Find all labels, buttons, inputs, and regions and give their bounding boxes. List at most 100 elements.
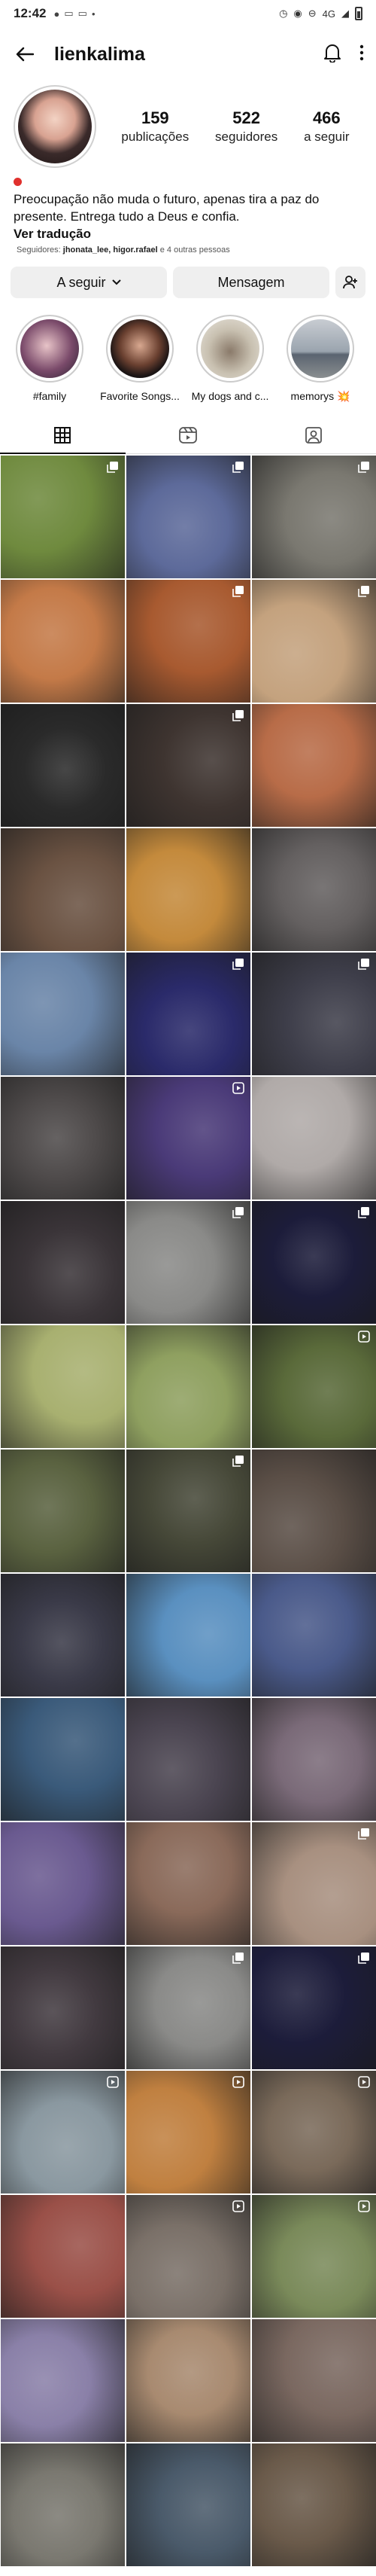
message-button[interactable]: Mensagem (173, 267, 329, 298)
stat-label: a seguir (304, 130, 350, 144)
stat-followers[interactable]: 522 seguidores (215, 108, 277, 145)
post-thumbnail[interactable] (252, 953, 376, 1075)
post-thumbnail[interactable] (252, 1822, 376, 1945)
mutual-followers[interactable]: Seguidores: jhonata_lee, higor.rafael e … (0, 242, 376, 255)
highlight-favorite-songs[interactable]: Favorite Songs... (98, 315, 182, 403)
post-thumbnail[interactable] (126, 2195, 250, 2318)
stat-following[interactable]: 466 a seguir (304, 108, 349, 145)
carousel-icon (232, 461, 244, 473)
status-bar: 12:42 ● ▭ ▭ • ◷ ◉ ⊖ 4G ◢ (0, 0, 376, 27)
profile-actions: A seguir Mensagem (0, 255, 376, 298)
avatar-image (18, 90, 92, 163)
post-thumbnail[interactable] (252, 1201, 376, 1324)
stat-label: publicações (121, 130, 190, 144)
post-thumbnail[interactable] (252, 2443, 376, 2566)
post-thumbnail[interactable] (126, 1822, 250, 1945)
avatar[interactable] (14, 85, 96, 168)
post-thumbnail[interactable] (252, 580, 376, 703)
post-thumbnail[interactable] (1, 2071, 125, 2193)
post-thumbnail[interactable] (126, 1450, 250, 1572)
post-thumbnail[interactable] (252, 1574, 376, 1697)
reel-icon (107, 2076, 119, 2088)
post-thumbnail[interactable] (126, 1946, 250, 2069)
post-thumbnail[interactable] (1, 1450, 125, 1572)
post-thumbnail[interactable] (126, 953, 250, 1075)
post-thumbnail[interactable] (1, 1325, 125, 1448)
post-thumbnail[interactable] (252, 1450, 376, 1572)
carousel-icon (358, 1952, 370, 1964)
post-thumbnail[interactable] (1, 1822, 125, 1945)
post-thumbnail[interactable] (252, 456, 376, 578)
post-thumbnail[interactable] (252, 1946, 376, 2069)
more-dot-icon: • (91, 8, 96, 20)
suggest-users-button[interactable] (335, 267, 365, 298)
post-thumbnail[interactable] (126, 1325, 250, 1448)
post-thumbnail[interactable] (1, 2443, 125, 2566)
post-thumbnail[interactable] (1, 704, 125, 827)
system-icons: ◷ ◉ ⊖ 4G ◢ (279, 7, 362, 20)
notification-icon: ▭ (77, 8, 87, 19)
highlight-image (291, 319, 350, 378)
reel-icon (358, 1331, 370, 1343)
post-thumbnail[interactable] (1, 953, 125, 1075)
post-thumbnail[interactable] (1, 456, 125, 578)
highlight-family[interactable]: #family (8, 315, 92, 403)
bell-icon[interactable] (323, 43, 341, 66)
post-thumbnail[interactable] (126, 828, 250, 951)
post-thumbnail[interactable] (126, 1698, 250, 1821)
tab-posts-grid[interactable] (0, 416, 126, 454)
post-thumbnail[interactable] (126, 1574, 250, 1697)
eye-icon: ◉ (293, 8, 302, 19)
post-thumbnail[interactable] (1, 2195, 125, 2318)
carousel-icon (358, 461, 370, 473)
post-thumbnail[interactable] (126, 704, 250, 827)
post-thumbnail[interactable] (252, 704, 376, 827)
carousel-icon (358, 585, 370, 597)
post-thumbnail[interactable] (1, 580, 125, 703)
post-thumbnail[interactable] (252, 2195, 376, 2318)
followers-names: jhonata_lee, higor.rafael (62, 245, 158, 255)
post-thumbnail[interactable] (1, 1574, 125, 1697)
add-user-icon (343, 276, 357, 289)
followers-suffix: e 4 outras pessoas (157, 245, 230, 255)
grid-icon (54, 426, 71, 444)
post-thumbnail[interactable] (126, 2319, 250, 2442)
tab-tagged[interactable] (250, 416, 376, 453)
post-thumbnail[interactable] (252, 2071, 376, 2193)
post-thumbnail[interactable] (126, 1077, 250, 1200)
post-thumbnail[interactable] (1, 1201, 125, 1324)
post-thumbnail[interactable] (252, 1325, 376, 1448)
highlight-label: My dogs and c... (191, 390, 269, 402)
story-highlights: #family Favorite Songs... My dogs and c.… (0, 298, 376, 403)
see-translation-link[interactable]: Ver tradução (14, 225, 362, 242)
post-thumbnail[interactable] (1, 1077, 125, 1200)
highlight-my-dogs[interactable]: My dogs and c... (188, 315, 272, 403)
tab-reels[interactable] (126, 416, 251, 453)
post-thumbnail[interactable] (1, 1946, 125, 2069)
post-thumbnail[interactable] (1, 1698, 125, 1821)
post-thumbnail[interactable] (1, 828, 125, 951)
post-thumbnail[interactable] (252, 1077, 376, 1200)
post-thumbnail[interactable] (126, 2443, 250, 2566)
post-thumbnail[interactable] (252, 2319, 376, 2442)
post-thumbnail[interactable] (126, 580, 250, 703)
post-thumbnail[interactable] (126, 456, 250, 578)
back-arrow-icon[interactable] (12, 41, 38, 67)
post-thumbnail[interactable] (126, 1201, 250, 1324)
highlight-memorys[interactable]: memorys 💥 (278, 315, 362, 403)
post-thumbnail[interactable] (1, 2319, 125, 2442)
post-thumbnail[interactable] (252, 828, 376, 951)
following-button[interactable]: A seguir (11, 267, 167, 298)
reel-icon (232, 2200, 244, 2212)
post-thumbnail[interactable] (126, 2071, 250, 2193)
signal-icon: ◢ (341, 8, 349, 19)
more-options-icon[interactable] (359, 44, 364, 65)
carousel-icon (232, 709, 244, 721)
carousel-icon (232, 958, 244, 970)
chat-icon: ● (53, 8, 60, 20)
highlight-label: Favorite Songs... (100, 390, 180, 402)
profile-summary: 159 publicações 522 seguidores 466 a seg… (0, 81, 376, 169)
post-thumbnail[interactable] (252, 1698, 376, 1821)
reel-icon (358, 2076, 370, 2088)
carousel-icon (232, 1952, 244, 1964)
